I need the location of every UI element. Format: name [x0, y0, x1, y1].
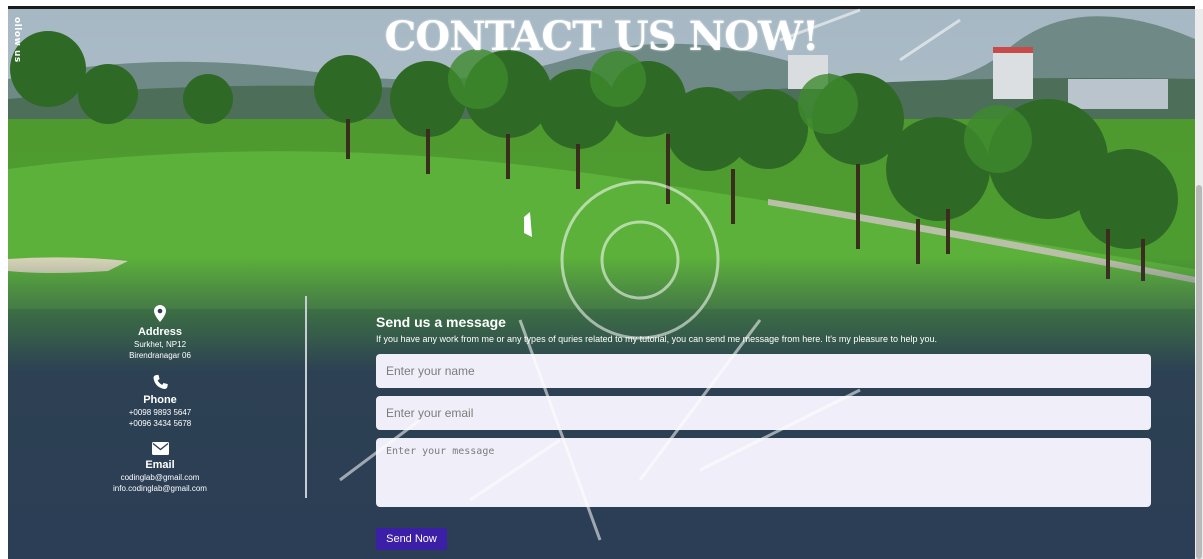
send-now-button[interactable]: Send Now — [376, 528, 447, 550]
location-pin-icon — [154, 305, 166, 322]
name-input[interactable] — [376, 354, 1151, 388]
phone-title: Phone — [143, 394, 177, 406]
form-subtitle: If you have any work from me or any type… — [376, 334, 937, 344]
email-line-2: info.codinglab@gmail.com — [113, 484, 207, 493]
phone-block: Phone +0098 9893 5647 +0096 3434 5678 — [80, 374, 240, 429]
email-block: Email codinglab@gmail.com info.codinglab… — [80, 442, 240, 494]
scrollbar-thumb[interactable] — [1196, 185, 1202, 559]
address-line-2: Birendranagar 06 — [129, 351, 191, 360]
phone-line-1: +0098 9893 5647 — [128, 408, 192, 417]
address-title: Address — [137, 326, 183, 338]
phone-icon — [153, 374, 168, 389]
vertical-divider — [305, 296, 307, 498]
email-line-1: codinglab@gmail.com — [120, 473, 200, 482]
page-top-border — [0, 0, 1203, 9]
contact-form: Send us a message If you have any work f… — [376, 314, 1152, 550]
address-line-1: Surkhet, NP12 — [133, 340, 187, 349]
contact-info-panel: Address Surkhet, NP12 Birendranagar 06 P… — [80, 305, 240, 507]
form-title: Send us a message — [376, 314, 506, 330]
email-title: Email — [145, 459, 175, 471]
envelope-icon — [151, 442, 169, 455]
page-title: CONTACT US NOW! — [384, 13, 820, 60]
address-block: Address Surkhet, NP12 Birendranagar 06 — [80, 305, 240, 361]
email-input[interactable] — [376, 396, 1151, 430]
phone-line-2: +0096 3434 5678 — [128, 419, 192, 428]
message-textarea[interactable] — [376, 438, 1151, 507]
page-scrollbar[interactable] — [1195, 9, 1203, 559]
